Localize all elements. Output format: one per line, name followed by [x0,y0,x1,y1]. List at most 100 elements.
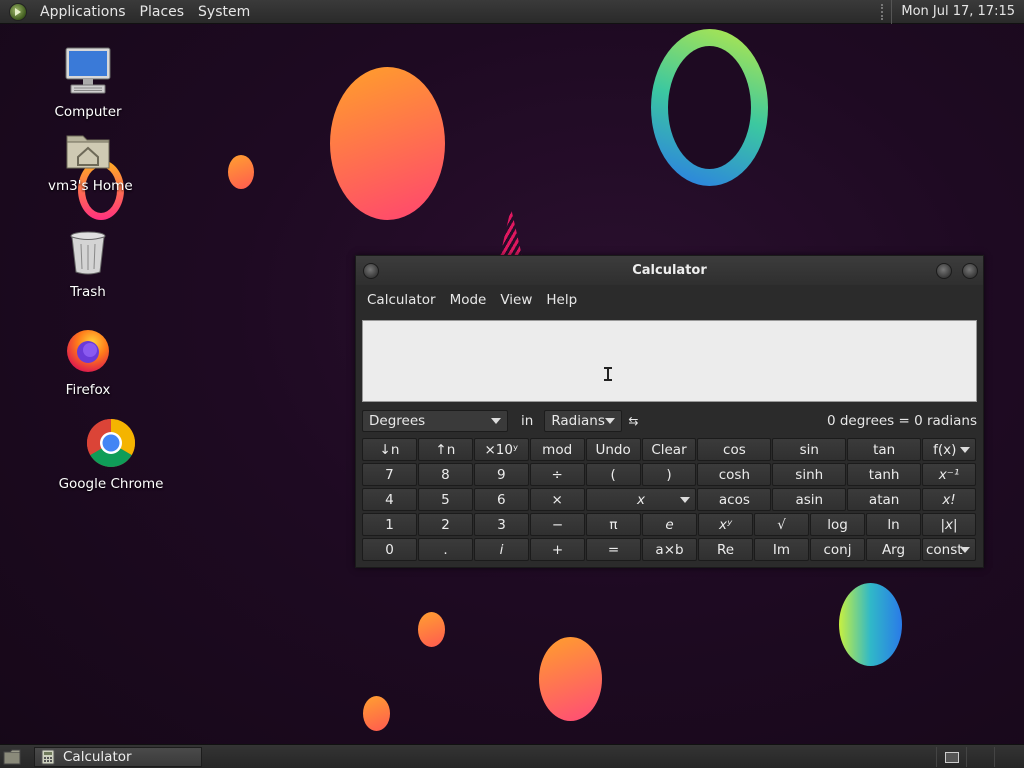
key-pi[interactable]: π [586,513,641,536]
key-factorial[interactable]: x! [922,488,976,511]
keypad-row: 4 5 6 × x acos asin atan x! [362,488,977,512]
workspace-2[interactable] [966,747,996,767]
key-clear[interactable]: Clear [641,438,697,461]
key-inverse[interactable]: x⁻¹ [922,463,976,486]
key-tanh[interactable]: tanh [847,463,922,486]
wallpaper-orange-oval-bottom [539,637,602,721]
swap-arrows-icon[interactable]: ⇆ [628,414,638,428]
key-5[interactable]: 5 [417,488,473,511]
key-sin[interactable]: sin [772,438,847,461]
key-undo[interactable]: Undo [585,438,641,461]
key-multiply[interactable]: × [529,488,585,511]
key-open-paren[interactable]: ( [585,463,641,486]
key-7[interactable]: 7 [362,463,417,486]
desktop-icon-firefox[interactable]: Firefox [48,326,128,398]
keypad-row: ↓n ↑n ×10ʸ mod Undo Clear cos sin tan f(… [362,438,977,462]
key-sqrt[interactable]: √ [754,513,809,536]
menu-calculator[interactable]: Calculator [360,292,443,308]
key-add[interactable]: + [530,538,585,561]
calculator-window: Calculator Calculator Mode View Help Deg… [355,255,984,568]
key-shift-up[interactable]: ↑n [417,438,473,461]
desktop-icon-label: Computer [54,104,122,120]
menu-view[interactable]: View [493,292,539,308]
key-arg[interactable]: Arg [866,538,921,561]
minimize-button[interactable] [936,263,952,279]
keypad-row: 1 2 3 − π e xʸ √ log ln |x| [362,513,977,537]
key-equals[interactable]: = [586,538,641,561]
clock[interactable]: Mon Jul 17, 17:15 [891,0,1024,24]
workspace-3[interactable] [994,747,1024,767]
key-imag-part[interactable]: Im [754,538,809,561]
dropdown-arrow-icon [959,447,970,453]
workspace-1[interactable] [936,747,966,767]
wallpaper-small-orange-dot [228,155,254,189]
desktop-icon-home[interactable]: vm3's Home [48,130,133,194]
maximize-button[interactable] [962,263,978,279]
to-unit-select[interactable]: Radians [544,410,623,432]
key-6[interactable]: 6 [473,488,529,511]
bottom-panel: Calculator [0,744,1024,768]
menu-mode[interactable]: Mode [443,292,494,308]
key-e[interactable]: e [642,513,697,536]
key-ln[interactable]: ln [866,513,921,536]
key-8[interactable]: 8 [417,463,473,486]
home-folder-icon [66,135,110,169]
keypad-row: 0 . i + = a×b Re Im conj Arg const [362,538,977,562]
from-unit-value: Degrees [369,413,426,429]
key-exponent[interactable]: ×10ʸ [473,438,529,461]
key-function[interactable]: f(x) [922,438,976,461]
key-imaginary[interactable]: i [474,538,529,561]
key-variable[interactable]: x [585,488,697,511]
key-factorize[interactable]: a×b [642,538,697,561]
key-cosh[interactable]: cosh [697,463,772,486]
key-asin[interactable]: asin [772,488,847,511]
menubar: Calculator Mode View Help [356,285,983,315]
desktop-icon-trash[interactable]: Trash [48,230,128,300]
key-3[interactable]: 3 [474,513,529,536]
key-decimal[interactable]: . [418,538,473,561]
key-acos[interactable]: acos [697,488,772,511]
key-mod[interactable]: mod [529,438,585,461]
from-unit-select[interactable]: Degrees [362,410,508,432]
key-0[interactable]: 0 [362,538,417,561]
keypad: ↓n ↑n ×10ʸ mod Undo Clear cos sin tan f(… [362,438,977,563]
key-log[interactable]: log [810,513,865,536]
window-menu-button[interactable] [363,263,379,279]
key-conj[interactable]: conj [810,538,865,561]
panel-separator [881,3,887,20]
key-cos[interactable]: cos [697,438,772,461]
key-constants[interactable]: const [922,538,976,561]
key-sinh[interactable]: sinh [772,463,847,486]
trash-icon [70,231,106,275]
key-4[interactable]: 4 [362,488,417,511]
desktop-icon-chrome[interactable]: Google Chrome [56,418,166,492]
key-atan[interactable]: atan [847,488,922,511]
key-9[interactable]: 9 [473,463,529,486]
key-close-paren[interactable]: ) [641,463,697,486]
taskbar-item-calculator[interactable]: Calculator [34,747,202,767]
key-1[interactable]: 1 [362,513,417,536]
chrome-icon [86,419,136,468]
calculator-display[interactable] [362,320,977,402]
key-shift-down[interactable]: ↓n [362,438,417,461]
desktop-icon-label: Trash [70,284,106,300]
show-desktop-icon[interactable] [3,749,21,765]
wallpaper-orange-oval [330,67,445,220]
key-abs[interactable]: |x| [922,513,976,536]
window-titlebar[interactable]: Calculator [356,256,983,285]
key-divide[interactable]: ÷ [529,463,585,486]
key-power[interactable]: xʸ [698,513,753,536]
distro-logo-icon[interactable] [9,2,27,21]
menu-places[interactable]: Places [133,4,192,20]
key-tan[interactable]: tan [847,438,922,461]
key-real[interactable]: Re [698,538,753,561]
key-subtract[interactable]: − [530,513,585,536]
menu-applications[interactable]: Applications [33,4,133,20]
workspace-window-thumbnail [945,752,959,763]
key-2[interactable]: 2 [418,513,473,536]
keypad-row: 7 8 9 ÷ ( ) cosh sinh tanh x⁻¹ [362,463,977,487]
menu-help[interactable]: Help [539,292,584,308]
desktop-icon-computer[interactable]: Computer [48,46,128,120]
firefox-icon [67,330,109,372]
menu-system[interactable]: System [191,4,257,20]
